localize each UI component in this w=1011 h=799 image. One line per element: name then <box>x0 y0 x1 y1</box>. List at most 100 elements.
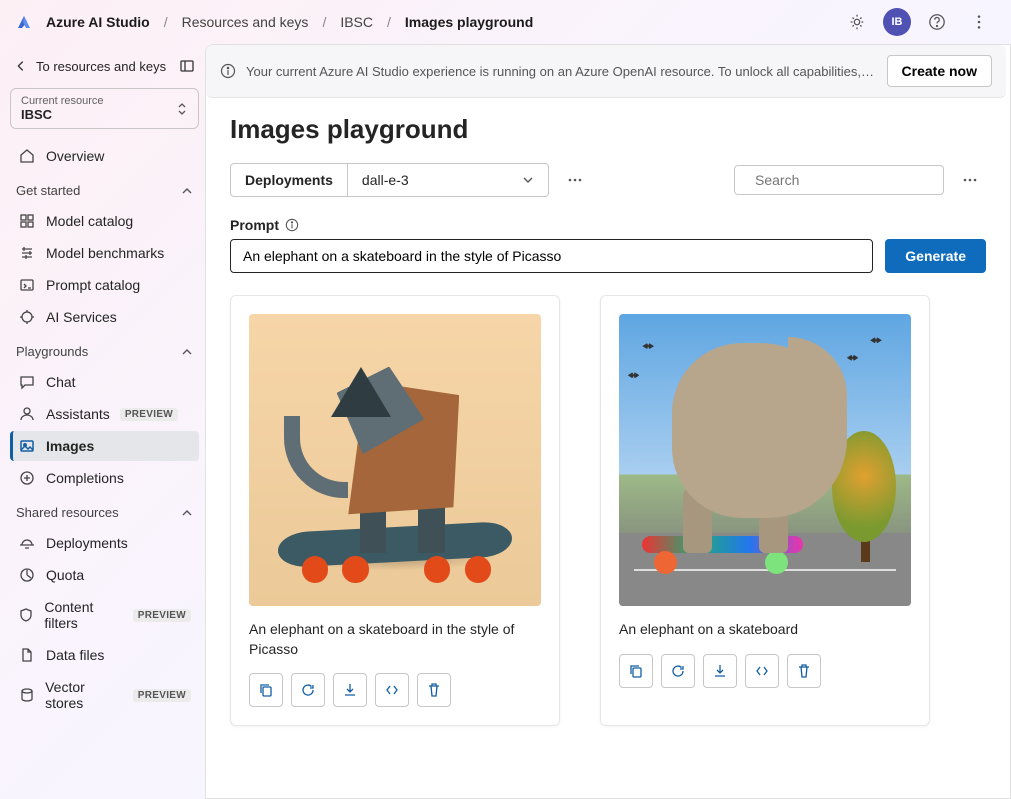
ai-icon <box>19 309 35 325</box>
breadcrumb-sep: / <box>164 14 168 30</box>
nav-label: Quota <box>46 567 84 583</box>
nav-label: Chat <box>46 374 76 390</box>
prompt-label: Prompt <box>230 217 986 233</box>
more-horizontal-icon <box>962 172 978 188</box>
nav-label: Data files <box>46 647 104 663</box>
code-button[interactable] <box>375 673 409 707</box>
regenerate-button[interactable] <box>661 654 695 688</box>
preview-badge: PREVIEW <box>120 408 178 421</box>
more-vertical-icon <box>970 13 988 31</box>
main-panel: Your current Azure AI Studio experience … <box>205 44 1011 799</box>
breadcrumb-app[interactable]: Azure AI Studio <box>42 12 154 32</box>
toolbar-more-button[interactable] <box>559 164 591 196</box>
panel-toggle-icon[interactable] <box>179 58 195 74</box>
sidebar: To resources and keys Current resource I… <box>0 44 205 799</box>
search-box[interactable] <box>734 165 944 195</box>
deployment-label: Deployments <box>231 164 348 196</box>
nav-quota[interactable]: Quota <box>10 560 199 590</box>
delete-button[interactable] <box>417 673 451 707</box>
avatar[interactable]: IB <box>883 8 911 36</box>
help-icon <box>928 13 946 31</box>
nav-label: Model benchmarks <box>46 245 164 261</box>
code-icon <box>754 663 770 679</box>
results-grid: An elephant on a skateboard in the style… <box>230 295 986 726</box>
delete-button[interactable] <box>787 654 821 688</box>
nav-label: Completions <box>46 470 124 486</box>
nav-label: AI Services <box>46 309 117 325</box>
toolbar-more-button-2[interactable] <box>954 164 986 196</box>
settings-button[interactable] <box>841 6 873 38</box>
help-button[interactable] <box>921 6 953 38</box>
nav-overview[interactable]: Overview <box>10 141 199 171</box>
preview-badge: PREVIEW <box>133 689 191 702</box>
resource-selector[interactable]: Current resource IBSC <box>10 88 199 129</box>
nav-deployments[interactable]: Deployments <box>10 528 199 558</box>
back-link-label: To resources and keys <box>36 59 171 74</box>
nav-label: Deployments <box>46 535 128 551</box>
section-get-started[interactable]: Get started <box>10 173 199 204</box>
nav-ai-services[interactable]: AI Services <box>10 302 199 332</box>
refresh-icon <box>300 682 316 698</box>
more-button[interactable] <box>963 6 995 38</box>
prompt-input[interactable] <box>230 239 873 273</box>
nav-label: Overview <box>46 148 104 164</box>
result-image[interactable] <box>249 314 541 606</box>
nav-data-files[interactable]: Data files <box>10 640 199 670</box>
copy-icon <box>628 663 644 679</box>
section-playgrounds[interactable]: Playgrounds <box>10 334 199 365</box>
breadcrumb-page[interactable]: Images playground <box>401 12 537 32</box>
search-input[interactable] <box>755 172 936 188</box>
breadcrumb-resources[interactable]: Resources and keys <box>178 12 313 32</box>
nav-label: Images <box>46 438 94 454</box>
chat-icon <box>19 374 35 390</box>
deployment-dropdown[interactable]: dall-e-3 <box>348 164 548 196</box>
info-icon[interactable] <box>285 218 299 232</box>
deploy-icon <box>19 535 35 551</box>
result-card: An elephant on a skateboard <box>600 295 930 726</box>
copy-button[interactable] <box>249 673 283 707</box>
download-button[interactable] <box>333 673 367 707</box>
copy-icon <box>258 682 274 698</box>
copy-button[interactable] <box>619 654 653 688</box>
arrow-left-icon <box>14 59 28 73</box>
chevron-up-icon <box>181 346 193 358</box>
section-shared[interactable]: Shared resources <box>10 495 199 526</box>
catalog-icon <box>19 213 35 229</box>
download-icon <box>712 663 728 679</box>
trash-icon <box>796 663 812 679</box>
nav-images[interactable]: Images <box>10 431 199 461</box>
preview-badge: PREVIEW <box>133 609 191 622</box>
resource-label: Current resource <box>21 95 176 107</box>
nav-completions[interactable]: Completions <box>10 463 199 493</box>
breadcrumb-project[interactable]: IBSC <box>336 12 377 32</box>
back-link[interactable]: To resources and keys <box>10 52 199 80</box>
info-banner: Your current Azure AI Studio experience … <box>206 45 1006 98</box>
result-image[interactable] <box>619 314 911 606</box>
nav-assistants[interactable]: AssistantsPREVIEW <box>10 399 199 429</box>
resource-value: IBSC <box>21 107 176 122</box>
toolbar: Deployments dall-e-3 <box>230 163 986 197</box>
create-now-button[interactable]: Create now <box>887 55 992 87</box>
deployment-value: dall-e-3 <box>362 172 409 188</box>
nav-content-filters[interactable]: Content filtersPREVIEW <box>10 592 199 638</box>
download-icon <box>342 682 358 698</box>
more-horizontal-icon <box>567 172 583 188</box>
chevron-up-icon <box>181 507 193 519</box>
result-caption: An elephant on a skateboard <box>619 620 911 640</box>
code-button[interactable] <box>745 654 779 688</box>
regenerate-button[interactable] <box>291 673 325 707</box>
nav-model-catalog[interactable]: Model catalog <box>10 206 199 236</box>
shield-icon <box>18 607 34 623</box>
nav-vector-stores[interactable]: Vector storesPREVIEW <box>10 672 199 718</box>
nav-chat[interactable]: Chat <box>10 367 199 397</box>
nav-model-benchmarks[interactable]: Model benchmarks <box>10 238 199 268</box>
nav-prompt-catalog[interactable]: Prompt catalog <box>10 270 199 300</box>
chevron-up-icon <box>181 185 193 197</box>
quota-icon <box>19 567 35 583</box>
gear-icon <box>848 13 866 31</box>
result-card: An elephant on a skateboard in the style… <box>230 295 560 726</box>
generate-button[interactable]: Generate <box>885 239 986 273</box>
prompt-icon <box>19 277 35 293</box>
download-button[interactable] <box>703 654 737 688</box>
result-actions <box>249 673 541 707</box>
